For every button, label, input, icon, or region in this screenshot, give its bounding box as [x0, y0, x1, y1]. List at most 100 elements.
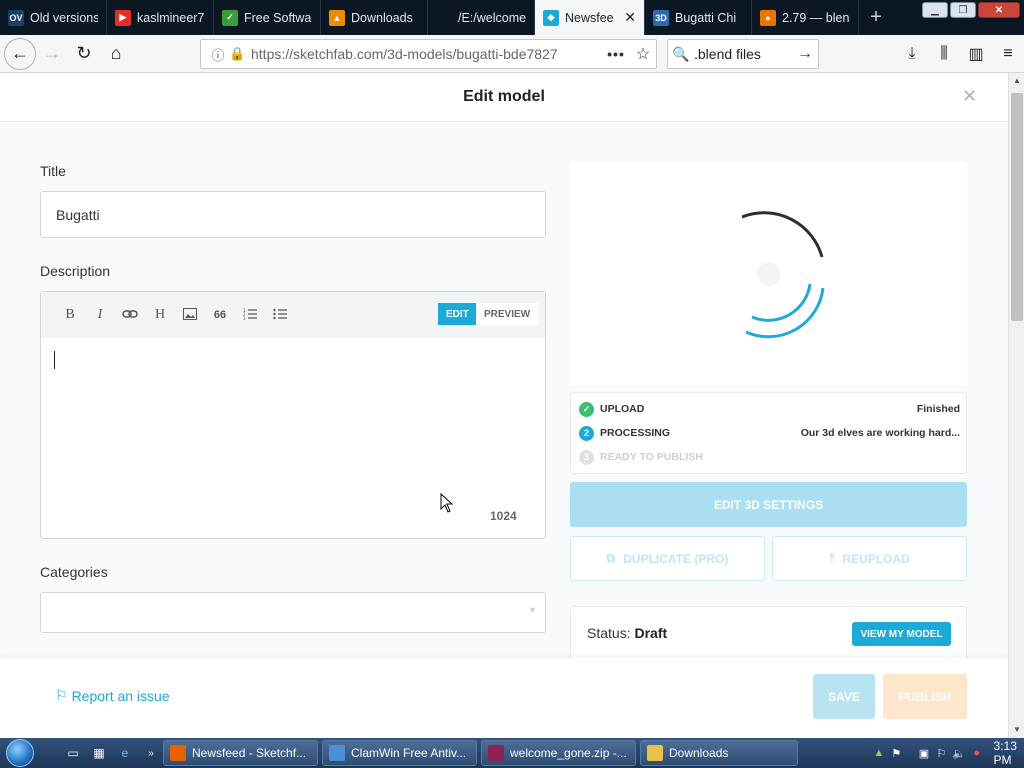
editor-toolbar: B I H 66 123 EDIT PREVIEW	[41, 292, 545, 338]
maximize-icon[interactable]: ❐	[950, 2, 976, 18]
view-my-model-button[interactable]: VIEW MY MODEL	[852, 622, 951, 646]
browser-tab[interactable]: ▶ kaslmineer7	[107, 0, 214, 35]
heading-icon[interactable]: H	[145, 307, 175, 323]
youtube-icon: ▶	[115, 9, 131, 26]
browser-tab[interactable]: ✓ Free Softwa	[214, 0, 321, 35]
reupload-label: REUPLOAD	[842, 551, 910, 566]
status-text: Status: Draft	[587, 625, 667, 641]
scroll-down-icon[interactable]: ▼	[1009, 722, 1024, 738]
power-icon[interactable]: ●	[970, 745, 984, 761]
search-bar[interactable]: 🔍 .blend files →	[667, 39, 819, 69]
svg-text:3: 3	[243, 316, 246, 320]
lock-icon[interactable]: 🔒	[229, 46, 245, 62]
close-window-icon[interactable]: ✕	[978, 2, 1020, 18]
taskbar-button[interactable]: ClamWin Free Antiv...	[322, 740, 477, 766]
scrollbar-thumb[interactable]	[1011, 93, 1023, 321]
home-button[interactable]: ⌂	[100, 39, 132, 69]
save-button[interactable]: SAVE	[813, 674, 875, 719]
taskbar-button[interactable]: welcome_gone.zip -...	[481, 740, 636, 766]
browser-tab[interactable]: ◆ Newsfee ✕	[535, 0, 645, 35]
step-status: Our 3d elves are working hard...	[800, 427, 960, 439]
internet-explorer-icon[interactable]: e	[114, 742, 136, 764]
duplicate-button[interactable]: ⧉ DUPLICATE (PRO)	[570, 536, 765, 581]
italic-icon[interactable]: I	[85, 307, 115, 323]
character-count: 1024	[490, 509, 517, 523]
bookmark-star-icon[interactable]: ☆	[630, 44, 656, 64]
edit-3d-settings-button[interactable]: EDIT 3D SETTINGS	[570, 482, 967, 527]
forward-button[interactable]: →	[36, 39, 68, 69]
downloads-button[interactable]: ⤓	[896, 39, 928, 69]
page-content: Edit model ✕ Title Bugatti Description B…	[0, 73, 1008, 738]
menu-button[interactable]: ≡	[992, 39, 1024, 69]
info-icon[interactable]: ⓘ	[207, 45, 229, 64]
unordered-list-icon[interactable]	[265, 307, 295, 323]
reupload-button[interactable]: ⤒ REUPLOAD	[772, 536, 967, 581]
model-preview	[570, 162, 967, 385]
flag-icon: ⚐	[55, 687, 68, 703]
upload-step: 2 PROCESSING Our 3d elves are working hard…	[579, 425, 960, 441]
taskbar-button-label: welcome_gone.zip -...	[510, 746, 627, 760]
sidebar-icon: ▥	[968, 46, 984, 63]
chevron-right-icon[interactable]: »	[140, 742, 162, 764]
new-tab-icon[interactable]: +	[859, 0, 893, 35]
volume-icon[interactable]: 🔈	[952, 745, 966, 761]
browser-tab[interactable]: ▲ Downloads	[321, 0, 428, 35]
search-go-icon[interactable]: →	[792, 45, 818, 63]
windows-logo-icon	[6, 739, 34, 767]
search-icon: 🔍	[672, 45, 690, 62]
reload-icon: ↻	[76, 43, 92, 63]
library-button[interactable]: ⫼	[928, 39, 960, 69]
search-input[interactable]: .blend files	[694, 46, 792, 62]
loading-spinner-icon	[741, 211, 825, 339]
publish-button[interactable]: PUBLISH	[883, 674, 967, 719]
tab-close-icon[interactable]: ✕	[624, 9, 636, 26]
ordered-list-icon[interactable]: 123	[235, 307, 265, 323]
step-name: UPLOAD	[600, 403, 645, 415]
free-software-icon: ✓	[222, 9, 238, 26]
categories-select[interactable]: ▾	[40, 592, 546, 633]
start-button[interactable]	[0, 738, 40, 768]
upload-step: ✓ UPLOAD Finished	[579, 401, 960, 417]
show-desktop-icon[interactable]: ▭	[62, 742, 84, 764]
clock[interactable]: 3:13 PM	[994, 739, 1024, 767]
minimize-icon[interactable]: ▁	[922, 2, 948, 18]
back-arrow-icon: ←	[11, 43, 29, 63]
browser-tab[interactable]: /E:/welcome_go	[428, 0, 535, 35]
winrar-icon	[488, 745, 504, 761]
bold-icon[interactable]: B	[55, 307, 85, 323]
upload-step: 3 READY TO PUBLISH	[579, 449, 960, 465]
title-input[interactable]: Bugatti	[40, 191, 546, 238]
reload-button[interactable]: ↻	[68, 39, 100, 69]
report-issue-link[interactable]: ⚐ Report an issue	[55, 687, 170, 704]
sidebar-button[interactable]: ▥	[960, 39, 992, 69]
action-center-icon[interactable]: ⚐	[935, 745, 949, 761]
url-text[interactable]: https://sketchfab.com/3d-models/bugatti-…	[251, 46, 602, 62]
text-caret	[54, 351, 55, 369]
link-icon[interactable]	[115, 307, 145, 323]
tab-label: Newsfee	[565, 10, 614, 25]
image-icon[interactable]	[175, 307, 205, 323]
quote-icon[interactable]: 66	[205, 309, 235, 321]
vlc-cone-icon: ▲	[329, 9, 345, 26]
navigation-toolbar: ← → ↻ ⌂ ⓘ 🔒 https://sketchfab.com/3d-mod…	[0, 35, 1024, 73]
taskbar-button[interactable]: Downloads	[640, 740, 798, 766]
security-flag-icon[interactable]: ⚑	[890, 745, 904, 761]
close-icon[interactable]: ✕	[962, 86, 977, 107]
preview-mode-tab[interactable]: PREVIEW	[476, 303, 539, 325]
network-icon[interactable]: ▲	[872, 745, 886, 761]
browser-tab[interactable]: ● 2.79 — blen	[752, 0, 859, 35]
page-scrollbar[interactable]: ▲ ▼	[1008, 73, 1024, 738]
url-bar[interactable]: ⓘ 🔒 https://sketchfab.com/3d-models/buga…	[200, 39, 657, 69]
forward-arrow-icon: →	[43, 43, 61, 63]
page-actions-icon[interactable]: •••	[602, 46, 630, 62]
network-monitor-icon[interactable]: ▣	[917, 745, 931, 761]
browser-tab[interactable]: 3D Bugatti Chi	[645, 0, 752, 35]
browser-tab[interactable]: OV Old versions	[0, 0, 107, 35]
explorer-icon[interactable]: ▦	[88, 742, 110, 764]
step-3-icon: 3	[579, 449, 594, 465]
taskbar-button[interactable]: Newsfeed - Sketchf...	[163, 740, 318, 766]
upload-icon: ⤒	[829, 551, 835, 565]
back-button[interactable]: ←	[4, 37, 36, 70]
edit-mode-tab[interactable]: EDIT	[438, 303, 477, 325]
scroll-up-icon[interactable]: ▲	[1009, 73, 1024, 89]
